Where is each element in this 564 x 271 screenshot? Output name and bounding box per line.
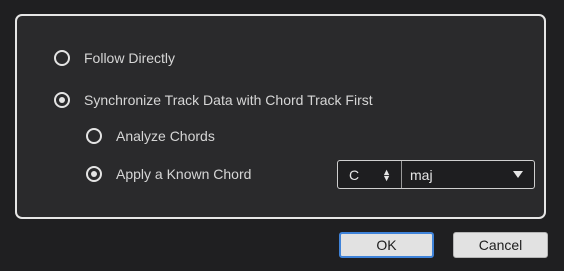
dialog-window: Follow Directly Synchronize Track Data w… [0,0,564,271]
analyze-chords-radio[interactable] [86,128,102,144]
cancel-button[interactable]: Cancel [453,232,548,258]
chord-type-value: maj [410,166,433,183]
chord-type-dropdown[interactable]: maj [402,161,534,188]
chord-root-field[interactable]: C ▲ ▼ [338,161,402,188]
chevron-down-icon[interactable] [513,171,523,178]
chord-selector: C ▲ ▼ maj [337,160,535,189]
chord-root-value: C [349,166,360,183]
chord-root-stepper[interactable]: ▲ ▼ [382,167,391,182]
apply-known-chord-radio[interactable] [86,166,102,182]
options-panel: Follow Directly Synchronize Track Data w… [15,14,546,219]
analyze-chords-option[interactable]: Analyze Chords [86,128,215,144]
apply-known-chord-option[interactable]: Apply a Known Chord [86,166,251,182]
synchronize-option[interactable]: Synchronize Track Data with Chord Track … [54,92,373,108]
ok-button[interactable]: OK [339,232,434,258]
apply-known-chord-label: Apply a Known Chord [116,166,252,182]
follow-directly-label: Follow Directly [84,50,176,66]
synchronize-radio[interactable] [54,92,70,108]
analyze-chords-label: Analyze Chords [116,128,215,144]
stepper-down-icon[interactable]: ▼ [382,173,391,182]
follow-directly-option[interactable]: Follow Directly [54,50,175,66]
synchronize-label: Synchronize Track Data with Chord Track … [84,92,373,108]
follow-directly-radio[interactable] [54,50,70,66]
